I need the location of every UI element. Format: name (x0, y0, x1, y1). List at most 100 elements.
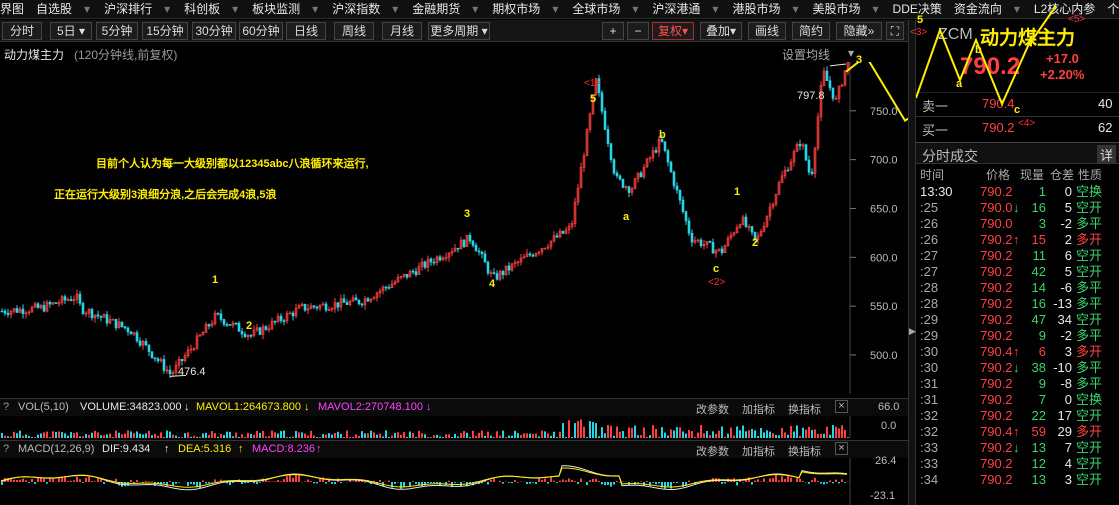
period-daily-button[interactable]: 日线 (286, 22, 326, 40)
menu-dropdown-icon[interactable]: ▾ (164, 0, 170, 18)
volume-bar (184, 433, 186, 438)
menu-item-3[interactable]: 科创板 (184, 0, 220, 18)
trade-row: :33 790.2 ↓ 13 7 空开 (916, 440, 1119, 455)
ma-dropdown-chevron-icon[interactable]: ▾ (848, 46, 854, 60)
period-weekly-button[interactable]: 周线 (334, 22, 374, 40)
period-60min-button[interactable]: 60分钟 (239, 22, 283, 40)
menu-dropdown-icon[interactable]: ▾ (232, 0, 238, 18)
macd-histogram-bar (295, 475, 297, 482)
macd-histogram-bar (304, 481, 306, 482)
period-monthly-button[interactable]: 月线 (382, 22, 422, 40)
menu-dropdown-icon[interactable]: ▾ (84, 0, 90, 18)
more-periods-button[interactable]: 更多周期 ▾ (428, 22, 490, 40)
menu-item-10[interactable]: 港股市场 (732, 0, 780, 18)
menu-dropdown-icon[interactable]: ▾ (392, 0, 398, 18)
menu-item-6[interactable]: 金融期货 (412, 0, 460, 18)
volume-bar (73, 433, 75, 438)
menu-item-8[interactable]: 全球市场 (572, 0, 620, 18)
volume-bar (421, 433, 423, 438)
menu-item-1[interactable]: 自选股 (36, 0, 72, 18)
macd-histogram-bar (448, 480, 450, 482)
help-icon[interactable]: ? (3, 401, 9, 413)
candle-body (615, 172, 619, 177)
candle-body (279, 315, 283, 321)
close-icon[interactable]: × (835, 400, 848, 413)
menu-dropdown-icon[interactable]: ▾ (792, 0, 798, 18)
volume-bar (823, 433, 825, 438)
macd-histogram-bar (334, 482, 336, 484)
volume-bar (295, 430, 297, 438)
trade-type: 多平 (1076, 280, 1103, 295)
candle-body (666, 150, 670, 163)
set-ma-button[interactable]: 设置均线 (782, 46, 830, 63)
macd-histogram-bar (535, 482, 537, 484)
menu-dropdown-icon[interactable]: ▾ (632, 0, 638, 18)
volume-bar (574, 423, 576, 438)
panel-divider[interactable]: ▶ (908, 20, 916, 505)
macd-histogram-bar (790, 477, 792, 482)
menu-item-0[interactable]: 界图 (0, 0, 24, 18)
volume-bar (277, 433, 279, 438)
fullscreen-icon[interactable]: ⛶ (886, 22, 904, 40)
volume-bar (514, 430, 516, 438)
trade-volume: 16 (1031, 296, 1046, 311)
volume-bar (844, 429, 846, 438)
menu-item-2[interactable]: 沪深排行 (104, 0, 152, 18)
close-icon[interactable]: × (835, 442, 848, 455)
wave-label-3: 3 (464, 208, 471, 220)
menu-item-5[interactable]: 沪深指数 (332, 0, 380, 18)
trades-detail-button[interactable]: 详 (1097, 145, 1117, 164)
zoom-out-button[interactable]: − (627, 22, 649, 40)
kline-chart[interactable]: 750.0 700.0 650.0 600.0 550.0 500.0 (0, 62, 908, 394)
menu-item-7[interactable]: 期权市场 (492, 0, 540, 18)
macd-histogram-bar (82, 482, 84, 483)
period-5min-button[interactable]: 5分钟 (96, 22, 138, 40)
overlay-button[interactable]: 叠加▾ (700, 22, 742, 40)
volume-bar (382, 436, 384, 438)
menu-dropdown-icon[interactable]: ▾ (312, 0, 318, 18)
candle-body (474, 244, 478, 252)
menu-dropdown-icon[interactable]: ▾ (873, 0, 879, 18)
volume-switch-indicator-button[interactable]: 换指标 (788, 401, 821, 417)
trade-diff: 0 (1064, 184, 1072, 199)
candle-body (366, 298, 370, 302)
trade-row: :27 790.2 42 5 空开 (916, 264, 1119, 279)
macd-add-indicator-button[interactable]: 加指标 (742, 443, 775, 459)
hide-button[interactable]: 隐藏» (836, 22, 882, 40)
macd-histogram-bar (820, 482, 822, 484)
menu-dropdown-icon[interactable]: ▾ (712, 0, 718, 18)
period-intraday-button[interactable]: 分时 (2, 22, 42, 40)
trade-row: :27 790.2 11 6 空开 (916, 248, 1119, 263)
macd-histogram-bar (286, 476, 288, 482)
help-icon[interactable]: ? (3, 443, 9, 455)
simple-button[interactable]: 简约 (792, 22, 830, 40)
dif-value: DIF:9.434 (102, 443, 151, 455)
zoom-in-button[interactable]: + (602, 22, 624, 40)
volume-params-button[interactable]: 改参数 (696, 401, 729, 417)
menu-dropdown-icon[interactable]: ▾ (552, 0, 558, 18)
period-15min-button[interactable]: 15分钟 (142, 22, 188, 40)
volume-bar (718, 430, 720, 438)
adjust-button[interactable]: 复权▾ (652, 22, 694, 40)
trade-row: :25 790.0 ↓ 16 5 空开 (916, 200, 1119, 215)
volume-bar (247, 432, 249, 438)
volume-add-indicator-button[interactable]: 加指标 (742, 401, 775, 417)
volume-bar (16, 433, 18, 438)
collapse-arrow-icon[interactable]: ▶ (909, 326, 916, 337)
trade-row: :30 790.2 ↓ 38 -10 多平 (916, 360, 1119, 375)
candle-body (468, 234, 472, 242)
period-5day-button[interactable]: 5日 ▾ (50, 22, 92, 40)
candle-body (432, 261, 436, 264)
macd-params-button[interactable]: 改参数 (696, 443, 729, 459)
volume-bar (721, 426, 723, 438)
trade-volume: 14 (1031, 280, 1046, 295)
macd-axis-bottom: -23.1 (870, 490, 896, 502)
menu-item-9[interactable]: 沪深港通 (652, 0, 700, 18)
candle-body (744, 216, 748, 227)
menu-item-4[interactable]: 板块监测 (252, 0, 300, 18)
menu-dropdown-icon[interactable]: ▾ (472, 0, 478, 18)
menu-item-11[interactable]: 美股市场 (812, 0, 860, 18)
draw-line-button[interactable]: 画线 (748, 22, 786, 40)
period-30min-button[interactable]: 30分钟 (192, 22, 236, 40)
macd-switch-indicator-button[interactable]: 换指标 (788, 443, 821, 459)
